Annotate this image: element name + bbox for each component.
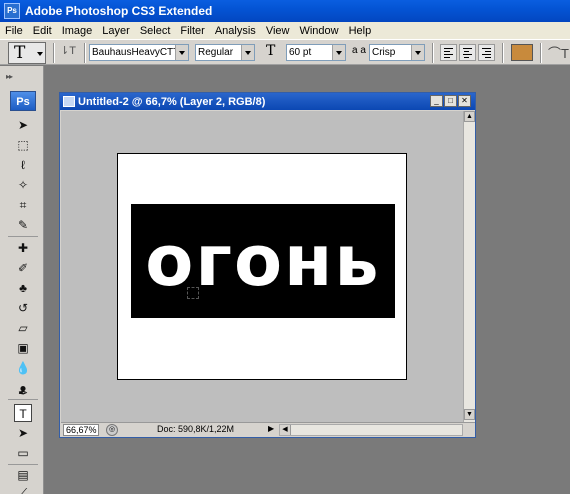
move-tool-icon[interactable]: ➤ bbox=[14, 116, 32, 134]
pen-tool-icon[interactable]: ✒ bbox=[14, 384, 32, 402]
options-separator bbox=[432, 43, 434, 63]
horizontal-scrollbar[interactable]: ◀ bbox=[279, 424, 463, 436]
gradient-tool-icon[interactable]: ▣ bbox=[14, 339, 32, 357]
font-style-select[interactable]: Regular bbox=[195, 44, 255, 61]
font-size-select[interactable]: 60 pt bbox=[286, 44, 346, 61]
align-right-button[interactable] bbox=[478, 44, 495, 61]
text-color-swatch[interactable] bbox=[511, 44, 533, 61]
align-center-button[interactable] bbox=[459, 44, 476, 61]
shape-tool-icon[interactable]: ▭ bbox=[14, 444, 32, 462]
chevron-down-icon bbox=[37, 52, 43, 56]
menu-view[interactable]: View bbox=[261, 25, 295, 37]
font-family-value: BauhausHeavyCTT bbox=[92, 47, 180, 58]
options-separator bbox=[540, 43, 542, 63]
document-title: Untitled-2 @ 66,7% (Layer 2, RGB/8) bbox=[78, 95, 266, 108]
healing-brush-tool-icon[interactable]: ✚ bbox=[14, 239, 32, 257]
document-window: Untitled-2 @ 66,7% (Layer 2, RGB/8) _ □ … bbox=[59, 92, 476, 438]
notes-tool-icon[interactable]: ▤ bbox=[14, 466, 32, 484]
menu-help[interactable]: Help bbox=[344, 25, 377, 37]
align-left-button[interactable] bbox=[440, 44, 457, 61]
font-style-value: Regular bbox=[198, 47, 234, 58]
eraser-tool-icon[interactable]: ▱ bbox=[14, 319, 32, 337]
menu-edit[interactable]: Edit bbox=[28, 25, 57, 37]
chevron-down-icon[interactable] bbox=[332, 45, 345, 60]
document-icon bbox=[63, 96, 75, 107]
status-info-icon[interactable]: ◎ bbox=[106, 424, 118, 436]
minimize-button[interactable]: _ bbox=[430, 95, 443, 107]
canvas-text[interactable]: огонь bbox=[131, 204, 395, 318]
document-title-bar[interactable]: Untitled-2 @ 66,7% (Layer 2, RGB/8) _ □ … bbox=[60, 93, 475, 110]
scroll-down-arrow[interactable]: ▼ bbox=[464, 409, 475, 420]
chevron-down-icon[interactable] bbox=[411, 45, 424, 60]
warp-text-icon[interactable]: ⌒T bbox=[548, 43, 569, 62]
toolbox-separator bbox=[8, 236, 38, 237]
menu-bar: File Edit Image Layer Select Filter Anal… bbox=[0, 22, 570, 39]
type-tool-icon: T bbox=[14, 43, 26, 63]
window-title: Adobe Photoshop CS3 Extended bbox=[25, 4, 213, 18]
menu-analysis[interactable]: Analysis bbox=[210, 25, 261, 37]
document-size-info: Doc: 590,8K/1,22M bbox=[157, 424, 235, 434]
title-bar: Ps Adobe Photoshop CS3 Extended bbox=[0, 0, 570, 22]
options-bar: T ⇂T BauhausHeavyCTT Regular T 60 pt a a… bbox=[0, 39, 570, 65]
antialias-value: Crisp bbox=[372, 47, 396, 58]
chevron-down-icon[interactable] bbox=[175, 45, 188, 60]
menu-select[interactable]: Select bbox=[135, 25, 176, 37]
font-family-select[interactable]: BauhausHeavyCTT bbox=[89, 44, 189, 61]
path-selection-tool-icon[interactable]: ➤ bbox=[14, 424, 32, 442]
status-bar: 66,67% ◎ Doc: 590,8K/1,22M ▶ ◀ bbox=[61, 422, 475, 437]
font-size-icon: T bbox=[266, 43, 276, 59]
antialias-icon: a a bbox=[352, 45, 366, 56]
slice-tool-icon[interactable]: ✎ bbox=[14, 216, 32, 234]
lasso-tool-icon[interactable]: ℓ bbox=[14, 156, 32, 174]
vertical-scrollbar[interactable]: ▲ ▼ bbox=[463, 111, 475, 422]
options-separator bbox=[53, 43, 55, 63]
menu-image[interactable]: Image bbox=[57, 25, 98, 37]
text-orientation-icon[interactable]: ⇂T bbox=[60, 44, 78, 62]
zoom-level-field[interactable]: 66,67% bbox=[63, 424, 99, 436]
tool-preset-picker[interactable]: T bbox=[8, 42, 46, 64]
type-tool-icon[interactable]: T bbox=[14, 404, 32, 422]
history-brush-tool-icon[interactable]: ↺ bbox=[14, 299, 32, 317]
font-size-value: 60 pt bbox=[289, 47, 312, 58]
black-layer-rectangle: огонь bbox=[131, 204, 395, 318]
status-menu-arrow[interactable]: ▶ bbox=[268, 424, 278, 436]
photoshop-logo[interactable]: Ps bbox=[10, 91, 36, 111]
toolbox: ▸▸ Ps ➤ ⬚ ℓ ✧ ⌗ ✎ ✚ ✐ ♣ ↺ ▱ ▣ 💧 ● ✒ T ➤ … bbox=[0, 66, 44, 494]
chevron-down-icon[interactable] bbox=[241, 45, 254, 60]
menu-filter[interactable]: Filter bbox=[175, 25, 209, 37]
text-cursor-icon bbox=[187, 287, 199, 299]
canvas-area[interactable]: огонь bbox=[61, 111, 463, 422]
magic-wand-tool-icon[interactable]: ✧ bbox=[14, 176, 32, 194]
photoshop-app-icon[interactable]: Ps bbox=[4, 3, 20, 19]
scroll-up-arrow[interactable]: ▲ bbox=[464, 111, 475, 122]
toolbox-separator bbox=[8, 464, 38, 465]
options-separator bbox=[502, 43, 504, 63]
maximize-button[interactable]: □ bbox=[444, 95, 457, 107]
options-separator bbox=[84, 43, 86, 63]
antialias-select[interactable]: Crisp bbox=[369, 44, 425, 61]
menu-layer[interactable]: Layer bbox=[97, 25, 135, 37]
scroll-left-arrow[interactable]: ◀ bbox=[280, 425, 291, 435]
document-canvas[interactable]: огонь bbox=[117, 153, 407, 380]
clone-stamp-tool-icon[interactable]: ♣ bbox=[14, 279, 32, 297]
blur-tool-icon[interactable]: 💧 bbox=[14, 359, 32, 377]
eyedropper-tool-icon[interactable]: ⟋ bbox=[14, 484, 32, 494]
menu-window[interactable]: Window bbox=[294, 25, 343, 37]
close-button[interactable]: ✕ bbox=[458, 95, 471, 107]
toolbox-grip-icon[interactable]: ▸▸ bbox=[6, 72, 13, 81]
menu-file[interactable]: File bbox=[0, 25, 28, 37]
brush-tool-icon[interactable]: ✐ bbox=[14, 259, 32, 277]
marquee-tool-icon[interactable]: ⬚ bbox=[14, 136, 32, 154]
crop-tool-icon[interactable]: ⌗ bbox=[14, 196, 32, 214]
